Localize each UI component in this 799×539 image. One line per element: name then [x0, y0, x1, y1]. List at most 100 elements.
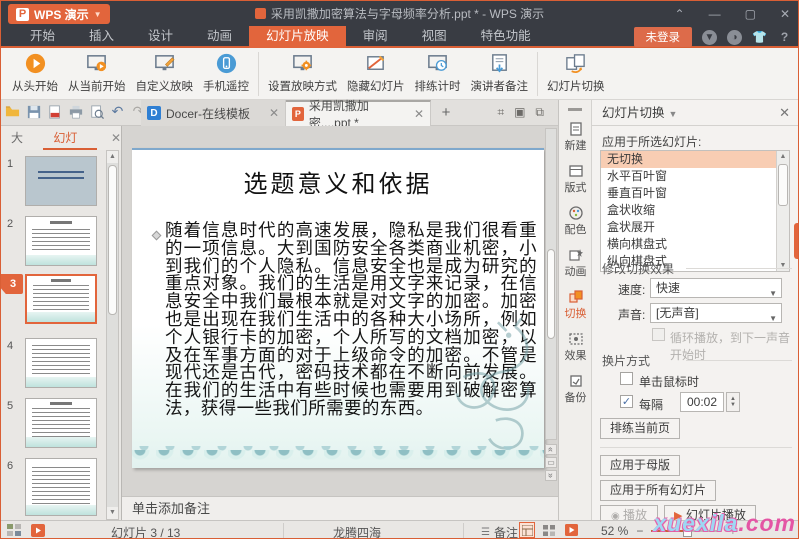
tab-review[interactable]: 审阅: [346, 26, 405, 48]
speaker-notes-button[interactable]: 演讲者备注: [466, 50, 534, 98]
tab-outline[interactable]: 大纲: [1, 126, 43, 150]
next-slide-button[interactable]: »: [545, 470, 557, 481]
save-icon[interactable]: [26, 104, 41, 119]
slide-canvas[interactable]: 选题意义和依据 随着信息时代的高速发展，隐私是我们很看重的一项信息。大到国防安全…: [132, 148, 544, 468]
close-panel-icon[interactable]: ✕: [779, 100, 790, 126]
tab-view[interactable]: 视图: [405, 26, 464, 48]
slide-transition-button[interactable]: 幻灯片切换: [542, 50, 610, 98]
sound-dropdown[interactable]: [无声音]▼: [650, 303, 782, 323]
strip-effects[interactable]: 效果: [559, 332, 592, 363]
strip-transition[interactable]: 切换: [559, 290, 592, 321]
tab-tool-window-icon[interactable]: ▣: [514, 105, 525, 120]
tab-animation[interactable]: 动画: [190, 26, 249, 48]
scrollbar-thumb[interactable]: [778, 164, 788, 206]
slide-thumbnail-row[interactable]: 1: [1, 156, 101, 208]
zoom-out-button[interactable]: −: [636, 524, 643, 538]
export-pdf-icon[interactable]: [47, 104, 62, 119]
phone-remote-button[interactable]: 手机遥控: [198, 50, 254, 98]
strip-layout[interactable]: 版式: [559, 164, 592, 195]
skin-icon[interactable]: 👕: [752, 30, 767, 45]
close-tab-icon[interactable]: ✕: [414, 107, 424, 121]
doc-tab-docer[interactable]: D Docer-在线模板 ✕: [141, 100, 286, 126]
rehearse-current-button[interactable]: 排练当前页: [600, 418, 680, 439]
scroll-up-icon[interactable]: ▲: [777, 151, 789, 162]
zoom-slider[interactable]: [651, 530, 721, 532]
loop-checkbox[interactable]: [652, 328, 665, 341]
slide-thumbnail-row-selected[interactable]: 3: [1, 274, 101, 326]
transition-option-selected[interactable]: 无切换: [601, 151, 789, 168]
collapse-panel-icon[interactable]: [568, 108, 582, 111]
previous-slide-button[interactable]: «: [545, 444, 557, 455]
on-click-checkbox[interactable]: [620, 372, 633, 385]
speed-dropdown[interactable]: 快速▼: [650, 278, 782, 298]
notes-toggle[interactable]: ☰ 备注: [481, 524, 518, 539]
slide-thumbnail-row[interactable]: 4: [1, 338, 101, 390]
transition-option[interactable]: 水平百叶窗: [601, 168, 789, 185]
strip-animation[interactable]: 动画: [559, 248, 592, 279]
login-button[interactable]: 未登录: [634, 27, 693, 47]
tab-home[interactable]: 开始: [13, 26, 72, 48]
transition-option[interactable]: 横向棋盘式: [601, 236, 789, 253]
slide-title[interactable]: 选题意义和依据: [132, 164, 544, 199]
wps-app-menu-button[interactable]: P WPS 演示 ▼: [8, 4, 110, 24]
slide-thumbnail[interactable]: [25, 216, 97, 266]
strip-color-scheme[interactable]: 配色: [559, 206, 592, 237]
scroll-down-icon[interactable]: ▼: [107, 507, 118, 519]
interval-spinner[interactable]: ▲▼: [726, 392, 740, 412]
night-mode-icon[interactable]: ◑: [727, 30, 742, 45]
minimize-button[interactable]: —: [709, 7, 721, 21]
rehearse-timing-button[interactable]: 排练计时: [410, 50, 466, 98]
tab-special-features[interactable]: 特色功能: [464, 26, 548, 48]
slide-thumbnail-row[interactable]: 2: [1, 216, 101, 268]
tab-design[interactable]: 设计: [131, 26, 190, 48]
setup-show-button[interactable]: 设置放映方式: [263, 50, 342, 98]
scroll-up-icon[interactable]: ▲: [107, 151, 118, 163]
close-button[interactable]: ✕: [780, 7, 790, 21]
list-scrollbar[interactable]: ▲ ▼: [776, 151, 789, 271]
apply-to-all-button[interactable]: 应用于所有幻灯片: [600, 480, 716, 501]
tab-slides[interactable]: 幻灯片: [43, 126, 97, 150]
from-beginning-button[interactable]: 从头开始: [7, 50, 63, 98]
normal-view-button[interactable]: [519, 522, 535, 538]
tab-slideshow[interactable]: 幻灯片放映: [249, 26, 346, 48]
strip-new-slide[interactable]: 新建: [559, 122, 592, 153]
slides-scrollbar[interactable]: ▲ ▼: [106, 150, 119, 520]
slideshow-view-button[interactable]: [563, 522, 579, 538]
undo-icon[interactable]: ↶: [110, 104, 125, 119]
scrollbar-thumb[interactable]: [547, 249, 555, 339]
slide-thumbnail-row[interactable]: 5: [1, 398, 101, 450]
custom-show-button[interactable]: 自定义放映: [131, 50, 199, 98]
close-sidebar-icon[interactable]: ✕: [111, 131, 121, 145]
doc-tab-current[interactable]: P 采用凯撒加密....ppt * ✕: [286, 100, 431, 126]
slide-navigator-button[interactable]: ▭: [545, 457, 557, 468]
maximize-button[interactable]: ▢: [745, 7, 756, 21]
interval-checkbox[interactable]: ✓: [620, 395, 633, 408]
help-icon[interactable]: ?: [777, 30, 792, 45]
slide-thumbnail-selected[interactable]: [25, 274, 97, 324]
open-folder-icon[interactable]: [5, 104, 20, 119]
collapse-ribbon-icon[interactable]: ⌃: [675, 7, 685, 21]
interval-input[interactable]: 00:02: [680, 392, 724, 412]
close-tab-icon[interactable]: ✕: [269, 106, 279, 120]
transition-option[interactable]: 盒状收缩: [601, 202, 789, 219]
panel-header[interactable]: 幻灯片切换▼ ✕: [592, 100, 799, 126]
strip-backup[interactable]: 备份: [559, 374, 592, 405]
new-tab-button[interactable]: +: [436, 104, 456, 122]
slide-sorter-view-button[interactable]: [541, 522, 557, 538]
transition-option[interactable]: 盒状展开: [601, 219, 789, 236]
slide-thumbnail[interactable]: [25, 338, 97, 388]
zoom-in-button[interactable]: +: [729, 524, 736, 538]
slide-layout-icon[interactable]: [7, 524, 21, 539]
scrollbar-thumb[interactable]: [108, 165, 117, 315]
print-icon[interactable]: [68, 104, 83, 119]
tab-tool-layout-icon[interactable]: ⧉: [535, 105, 544, 120]
notes-bar[interactable]: 单击添加备注: [122, 496, 558, 520]
editor-scrollbar[interactable]: [545, 128, 557, 440]
apply-to-master-button[interactable]: 应用于母版: [600, 455, 680, 476]
zoom-slider-knob[interactable]: [683, 525, 692, 537]
panel-resize-handle[interactable]: [794, 223, 799, 259]
from-current-button[interactable]: 从当前开始: [63, 50, 131, 98]
download-icon[interactable]: ▼: [702, 30, 717, 45]
tab-tool-pin-icon[interactable]: ⌗: [497, 105, 504, 120]
slide-thumbnail[interactable]: [25, 156, 97, 206]
